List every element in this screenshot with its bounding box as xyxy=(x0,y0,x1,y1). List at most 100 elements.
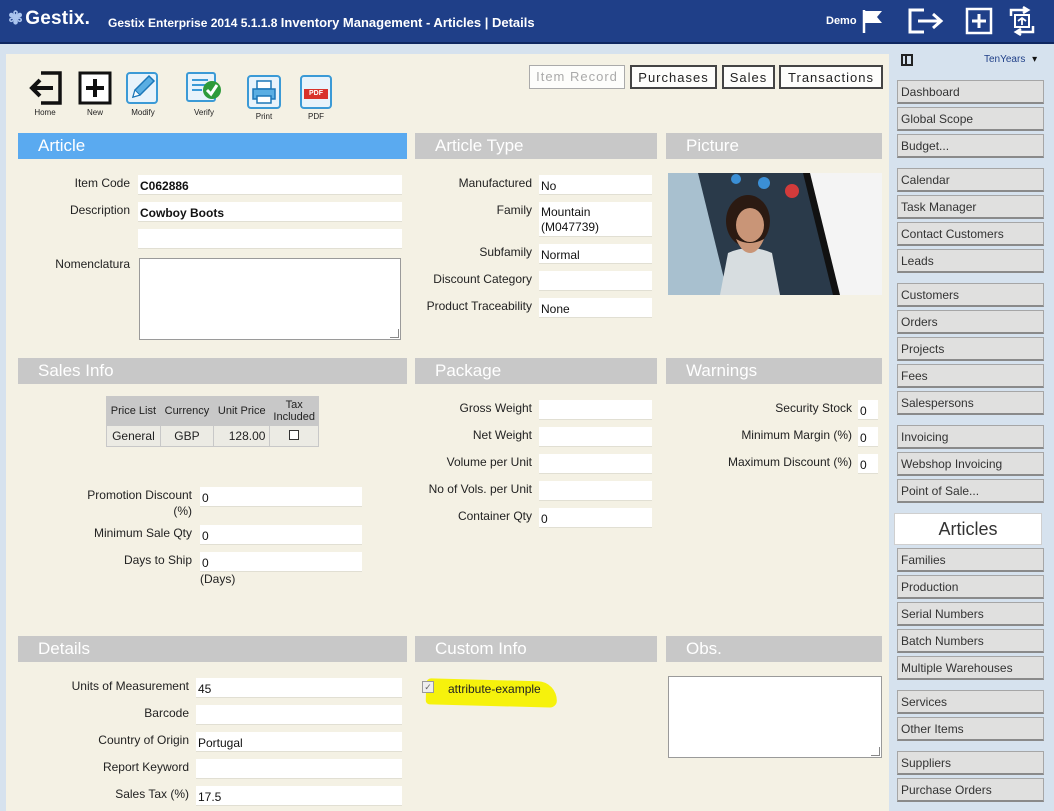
sidebar-item-calendar[interactable]: Calendar xyxy=(897,168,1044,192)
sidebar-item-global-scope[interactable]: Global Scope xyxy=(897,107,1044,131)
sidebar-item-batch-numbers[interactable]: Batch Numbers xyxy=(897,629,1044,653)
item-code-field[interactable]: C062886 xyxy=(138,175,402,195)
sales-tax-field[interactable]: 17.5 xyxy=(196,786,402,806)
sync-icon[interactable] xyxy=(1007,5,1037,37)
sidebar-item-articles[interactable]: Articles xyxy=(894,513,1042,545)
discount-category-field[interactable] xyxy=(539,271,652,291)
resize-grip-icon[interactable] xyxy=(390,329,399,338)
section-picture: Picture xyxy=(666,133,882,159)
dropdown-arrow-icon: ▾ xyxy=(1032,54,1038,65)
sidebar-item-serial-numbers[interactable]: Serial Numbers xyxy=(897,602,1044,626)
sidebar-header: TenYears ▾ xyxy=(896,50,1048,72)
sidebar-item-orders[interactable]: Orders xyxy=(897,310,1044,334)
subfamily-label: Subfamily xyxy=(479,245,532,259)
modify-button[interactable]: Modify xyxy=(125,70,161,117)
new-button[interactable]: New xyxy=(77,70,113,117)
country-origin-label: Country of Origin xyxy=(98,733,189,747)
min-margin-field[interactable]: 0 xyxy=(858,427,878,447)
report-keyword-field[interactable] xyxy=(196,759,402,779)
modify-pencil-icon xyxy=(125,70,161,106)
sidebar-item-purchase-orders[interactable]: Purchase Orders xyxy=(897,778,1044,802)
attribute-label: attribute-example xyxy=(448,682,541,696)
sidebar-item-dashboard[interactable]: Dashboard xyxy=(897,80,1044,104)
nomenclatura-textarea[interactable] xyxy=(139,258,401,340)
pdf-badge-text: PDF xyxy=(309,90,323,97)
tax-included-checkbox[interactable] xyxy=(289,430,300,440)
description-field-2[interactable] xyxy=(138,229,402,249)
tab-transactions[interactable]: Transactions xyxy=(779,65,883,89)
sidebar-item-budget[interactable]: Budget... xyxy=(897,134,1044,158)
print-button[interactable]: Print xyxy=(246,74,282,121)
net-weight-field[interactable] xyxy=(539,427,652,447)
article-picture[interactable] xyxy=(668,173,882,295)
logout-icon[interactable] xyxy=(906,6,946,36)
obs-textarea[interactable] xyxy=(668,676,882,758)
uom-field[interactable]: 45 xyxy=(196,678,402,698)
container-qty-field[interactable]: 0 xyxy=(539,508,652,528)
new-window-icon[interactable] xyxy=(964,6,994,36)
page-context: Inventory Management - Articles | Detail… xyxy=(280,15,535,30)
promotion-discount-field[interactable]: 0 xyxy=(200,487,362,507)
sidebar-item-point-of-sale[interactable]: Point of Sale... xyxy=(897,479,1044,503)
verify-button[interactable]: Verify xyxy=(184,70,224,117)
sidebar-item-leads[interactable]: Leads xyxy=(897,249,1044,273)
promotion-discount-unit: (%) xyxy=(173,504,192,518)
attribute-checkbox[interactable]: ✓ xyxy=(422,681,434,693)
resize-grip-icon[interactable] xyxy=(871,747,880,756)
user-name[interactable]: Demo xyxy=(826,15,857,27)
manufactured-field[interactable]: No xyxy=(539,175,652,195)
sidebar-item-multiple-warehouses[interactable]: Multiple Warehouses xyxy=(897,656,1044,680)
sidebar-item-fees[interactable]: Fees xyxy=(897,364,1044,388)
gross-weight-label: Gross Weight xyxy=(459,401,532,415)
family-field[interactable]: Mountain (M047739) xyxy=(539,202,652,237)
vols-per-unit-field[interactable] xyxy=(539,481,652,501)
col-header-currency: Currency xyxy=(159,396,215,426)
tab-purchases[interactable]: Purchases xyxy=(630,65,717,89)
description-field[interactable]: Cowboy Boots xyxy=(138,202,402,222)
verify-check-icon xyxy=(186,70,222,106)
sidebar-item-contact-customers[interactable]: Contact Customers xyxy=(897,222,1044,246)
pdf-button[interactable]: PDF PDF xyxy=(298,74,334,121)
tab-sales[interactable]: Sales xyxy=(722,65,775,89)
report-keyword-label: Report Keyword xyxy=(102,760,189,774)
sidebar-item-families[interactable]: Families xyxy=(897,548,1044,572)
section-custom-info: Custom Info xyxy=(415,636,657,662)
gestix-logo[interactable]: ✾ Gestix. xyxy=(8,8,90,30)
sidebar-item-invoicing[interactable]: Invoicing xyxy=(897,425,1044,449)
traceability-field[interactable]: None xyxy=(539,298,652,318)
sidebar-item-production[interactable]: Production xyxy=(897,575,1044,599)
volume-per-unit-field[interactable] xyxy=(539,454,652,474)
max-discount-field[interactable]: 0 xyxy=(858,454,878,474)
sidebar-item-services[interactable]: Services xyxy=(897,690,1044,714)
barcode-field[interactable] xyxy=(196,705,402,725)
uom-label: Units of Measurement xyxy=(71,679,189,693)
table-row[interactable]: General GBP 128.00 xyxy=(106,425,319,447)
subfamily-field[interactable]: Normal xyxy=(539,244,652,264)
days-to-ship-field[interactable]: 0 xyxy=(200,552,362,572)
sidebar-item-suppliers[interactable]: Suppliers xyxy=(897,751,1044,775)
currency-cell: GBP xyxy=(159,425,215,447)
security-stock-field[interactable]: 0 xyxy=(858,400,878,420)
sidebar-item-customers[interactable]: Customers xyxy=(897,283,1044,307)
panel-toggle-icon[interactable] xyxy=(901,54,913,66)
manufactured-label: Manufactured xyxy=(458,176,532,190)
sidebar-item-salespersons[interactable]: Salespersons xyxy=(897,391,1044,415)
sidebar-item-other-items[interactable]: Other Items xyxy=(897,717,1044,741)
min-sale-qty-field[interactable]: 0 xyxy=(200,525,362,545)
home-icon xyxy=(27,70,63,106)
sidebar-item-projects[interactable]: Projects xyxy=(897,337,1044,361)
sidebar-item-webshop-invoicing[interactable]: Webshop Invoicing xyxy=(897,452,1044,476)
sidebar-item-task-manager[interactable]: Task Manager xyxy=(897,195,1044,219)
country-origin-field[interactable]: Portugal xyxy=(196,732,402,752)
family-name: Mountain xyxy=(541,205,591,219)
company-selector[interactable]: TenYears ▾ xyxy=(984,54,1037,65)
home-button[interactable]: Home xyxy=(26,70,64,117)
nomenclatura-label: Nomenclatura xyxy=(55,257,130,271)
security-stock-label: Security Stock xyxy=(775,401,852,415)
col-header-unit-price: Unit Price xyxy=(213,396,271,426)
days-unit: (Days) xyxy=(200,572,236,586)
promotion-discount-label: Promotion Discount (%) xyxy=(50,488,192,518)
gross-weight-field[interactable] xyxy=(539,400,652,420)
promotion-discount-label-text: Promotion Discount xyxy=(87,488,192,502)
flag-icon[interactable] xyxy=(858,6,886,36)
